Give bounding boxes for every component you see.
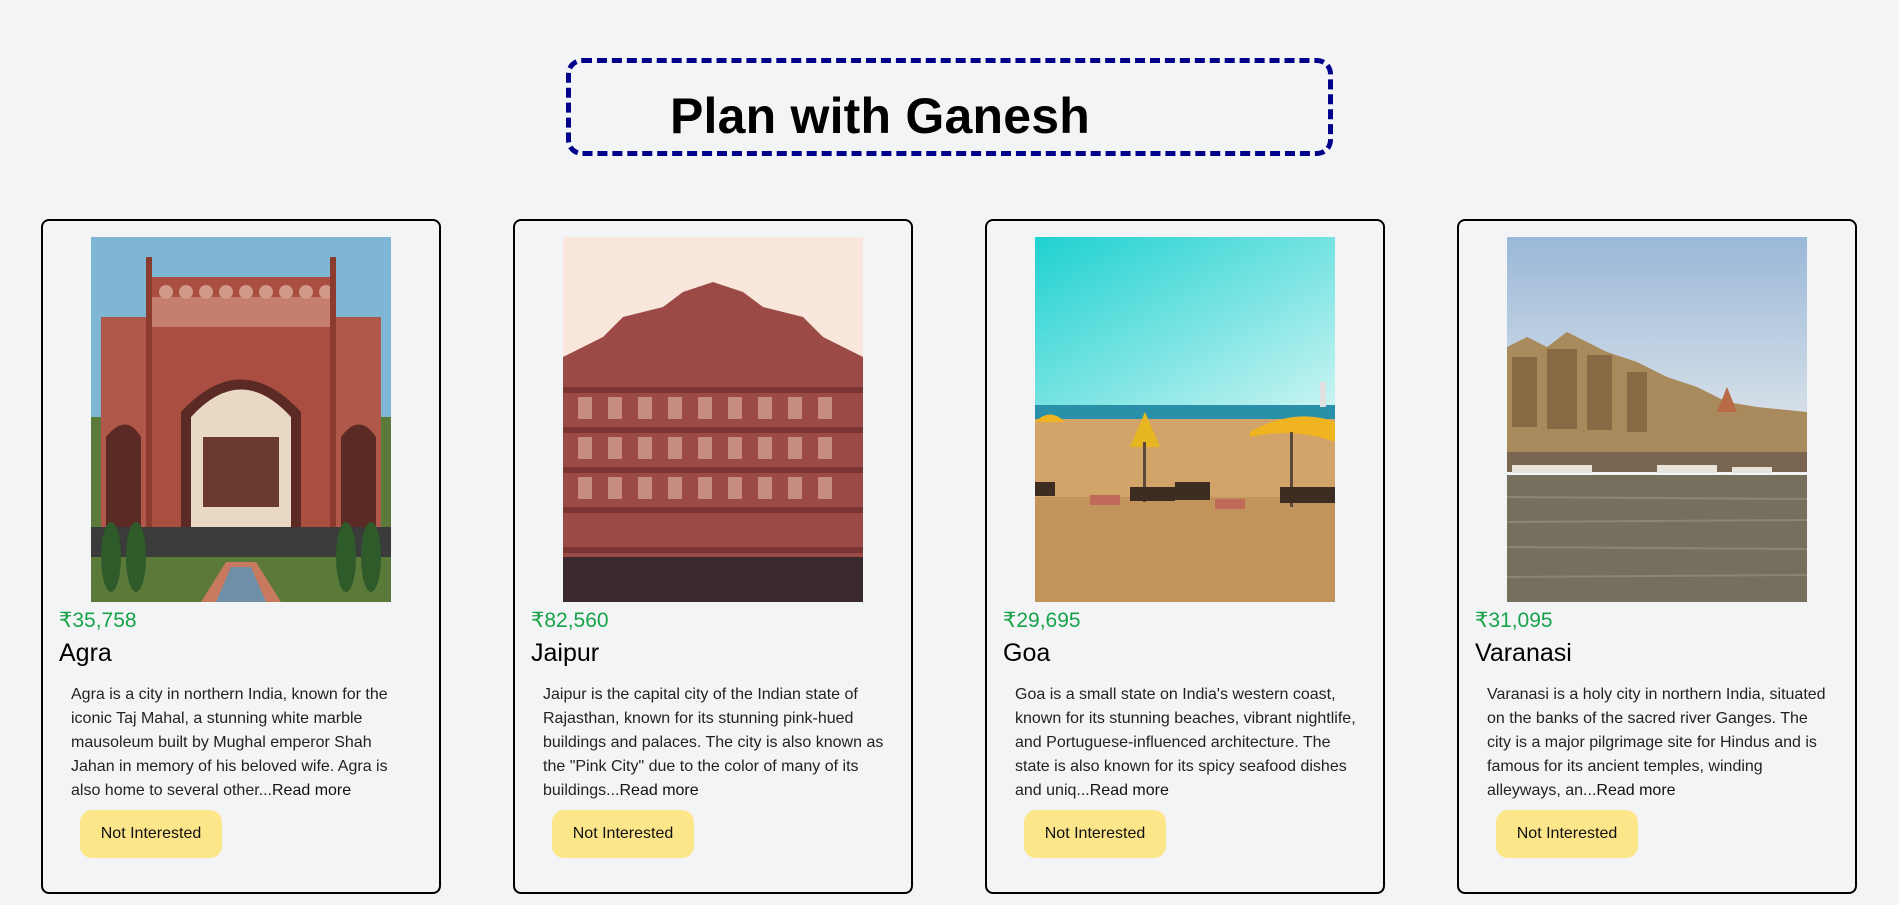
price: ₹31,095 [1475, 609, 1553, 632]
city-name: Varanasi [1475, 639, 1572, 667]
not-interested-button[interactable]: Not Interested [1496, 810, 1638, 858]
jaipur-image [563, 237, 863, 602]
goa-image [1035, 237, 1335, 602]
city-name: Goa [1003, 639, 1051, 667]
description-text: Goa is a small state on India's western … [1015, 686, 1356, 799]
title-box: Plan with Ganesh [566, 58, 1333, 156]
city-name: Jaipur [531, 639, 600, 667]
destination-cards: ₹35,758 Agra Agra is a city in northern … [41, 219, 1857, 894]
description-text: Jaipur is the capital city of the Indian… [543, 686, 884, 799]
price: ₹82,560 [531, 609, 609, 632]
description: Varanasi is a holy city in northern Indi… [1487, 683, 1832, 803]
not-interested-button[interactable]: Not Interested [1024, 810, 1166, 858]
read-more-link[interactable]: Read more [1090, 782, 1169, 799]
destination-card-jaipur: ₹82,560 Jaipur Jaipur is the capital cit… [513, 219, 913, 894]
read-more-link[interactable]: Read more [272, 782, 351, 799]
description: Goa is a small state on India's western … [1015, 683, 1360, 803]
description: Agra is a city in northern India, known … [71, 683, 416, 803]
price: ₹35,758 [59, 609, 137, 632]
agra-image [91, 237, 391, 602]
city-name: Agra [59, 639, 112, 667]
destination-card-goa: ₹29,695 Goa Goa is a small state on Indi… [985, 219, 1385, 894]
not-interested-button[interactable]: Not Interested [80, 810, 222, 858]
price: ₹29,695 [1003, 609, 1081, 632]
read-more-link[interactable]: Read more [1596, 782, 1675, 799]
destination-card-varanasi: ₹31,095 Varanasi Varanasi is a holy city… [1457, 219, 1857, 894]
varanasi-image [1507, 237, 1807, 602]
not-interested-button[interactable]: Not Interested [552, 810, 694, 858]
read-more-link[interactable]: Read more [620, 782, 699, 799]
destination-card-agra: ₹35,758 Agra Agra is a city in northern … [41, 219, 441, 894]
page-title: Plan with Ganesh [670, 88, 1090, 144]
description: Jaipur is the capital city of the Indian… [543, 683, 888, 803]
